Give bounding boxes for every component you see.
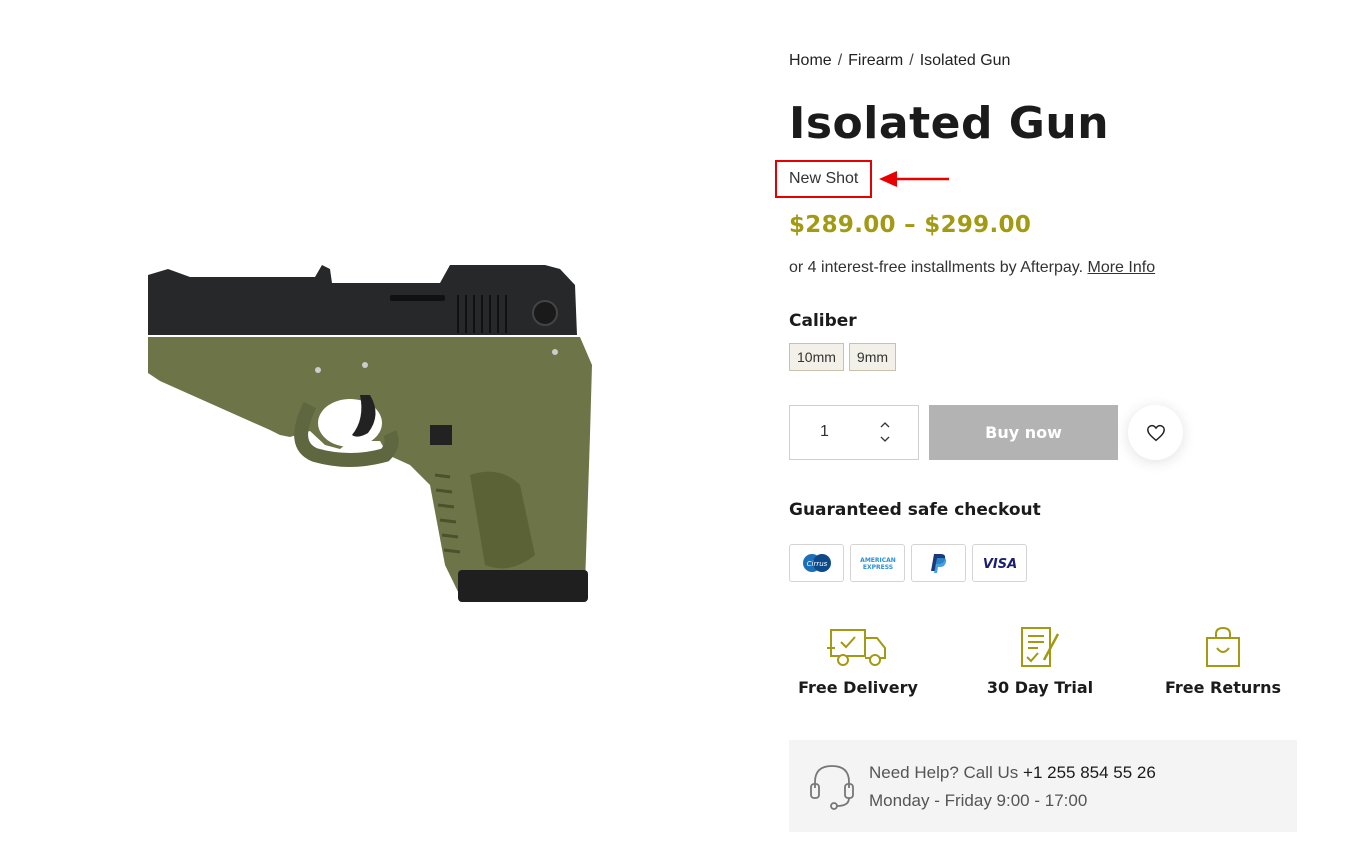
afterpay-more-info-link[interactable]: More Info xyxy=(1088,259,1156,276)
heart-icon xyxy=(1146,424,1165,441)
chevron-up-icon[interactable] xyxy=(879,420,891,430)
caliber-option-10mm[interactable]: 10mm xyxy=(789,343,844,371)
caliber-label: Caliber xyxy=(789,311,857,331)
svg-text:Cirrus: Cirrus xyxy=(806,560,827,568)
feature-30-day-trial: 30 Day Trial xyxy=(977,626,1103,697)
feature-list: Free Delivery 30 Day Trial Free Returns xyxy=(789,626,1299,706)
headset-icon xyxy=(810,765,854,810)
breadcrumb: Home / Firearm / Isolated Gun xyxy=(789,52,1010,70)
chevron-down-icon[interactable] xyxy=(879,434,891,444)
breadcrumb-separator: / xyxy=(837,52,843,69)
trial-document-icon xyxy=(1021,627,1060,667)
visa-icon: VISA xyxy=(982,557,1016,571)
delivery-truck-icon xyxy=(827,629,886,666)
svg-text:EXPRESS: EXPRESS xyxy=(862,564,892,571)
product-image xyxy=(140,255,610,615)
feature-free-delivery: Free Delivery xyxy=(789,626,927,697)
amex-icon: AMERICAN EXPRESS xyxy=(856,553,899,573)
wishlist-button[interactable] xyxy=(1128,405,1183,460)
help-call-line: Need Help? Call Us +1 255 854 55 26 xyxy=(869,763,1156,783)
help-box: Need Help? Call Us +1 255 854 55 26 Mond… xyxy=(789,740,1297,832)
feature-free-returns: Free Returns xyxy=(1153,626,1293,697)
feature-label: 30 Day Trial xyxy=(986,678,1094,697)
quantity-value[interactable]: 1 xyxy=(820,423,829,441)
svg-text:VISA: VISA xyxy=(982,557,1016,571)
help-phone-number[interactable]: +1 255 854 55 26 xyxy=(1023,763,1156,782)
help-prefix: Need Help? Call Us xyxy=(869,763,1024,782)
afterpay-note: or 4 interest-free installments by After… xyxy=(789,259,1155,277)
product-title: Isolated Gun xyxy=(789,98,1110,149)
product-price: $289.00 – $299.00 xyxy=(789,212,1032,238)
help-hours: Monday - Friday 9:00 - 17:00 xyxy=(869,791,1088,810)
breadcrumb-home[interactable]: Home xyxy=(789,52,832,69)
payment-amex: AMERICAN EXPRESS xyxy=(850,544,905,582)
quantity-stepper[interactable]: 1 xyxy=(789,405,919,460)
payment-visa: VISA xyxy=(972,544,1027,582)
product-tag: New Shot xyxy=(789,170,859,187)
caliber-option-9mm[interactable]: 9mm xyxy=(848,343,897,371)
payment-paypal xyxy=(911,544,966,582)
buy-now-button[interactable]: Buy now xyxy=(929,405,1118,460)
cirrus-icon: Cirrus xyxy=(802,554,831,572)
caliber-options: 10mm 9mm xyxy=(789,343,897,371)
afterpay-text: or 4 interest-free installments by After… xyxy=(789,259,1088,276)
shopping-bag-icon xyxy=(1206,626,1240,667)
pistol-image xyxy=(148,265,592,602)
feature-label: Free Returns xyxy=(1164,678,1282,697)
safe-checkout-label: Guaranteed safe checkout xyxy=(789,500,1041,520)
payment-cirrus: Cirrus xyxy=(789,544,844,582)
breadcrumb-firearm[interactable]: Firearm xyxy=(848,52,903,69)
breadcrumb-separator: / xyxy=(909,52,914,69)
svg-text:AMERICAN: AMERICAN xyxy=(860,557,896,564)
paypal-icon xyxy=(930,554,946,573)
feature-label: Free Delivery xyxy=(798,678,918,697)
annotation-arrow-icon xyxy=(879,171,949,187)
payment-methods: Cirrus AMERICAN EXPRESS VISA xyxy=(789,544,1027,582)
breadcrumb-current: Isolated Gun xyxy=(919,52,1011,69)
